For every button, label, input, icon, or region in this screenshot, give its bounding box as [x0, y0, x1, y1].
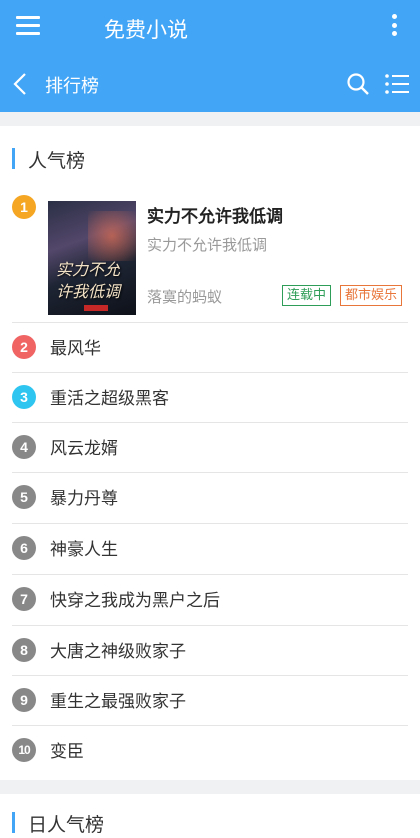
book-cover-text: 实力不允许我低调: [56, 260, 121, 301]
hamburger-menu-icon[interactable]: [16, 16, 40, 36]
rank-badge: 7: [12, 587, 36, 611]
book-name: 神豪人生: [50, 540, 118, 560]
list-item[interactable]: 4 风云龙婿: [0, 422, 420, 472]
search-icon[interactable]: [346, 72, 370, 96]
list-item[interactable]: 6 神豪人生: [0, 523, 420, 573]
list-item[interactable]: 7 快穿之我成为黑户之后: [0, 574, 420, 624]
book-name: 大唐之神级败家子: [50, 642, 186, 662]
app-title: 免费小说: [104, 18, 188, 42]
book-name: 快穿之我成为黑户之后: [50, 591, 220, 611]
rank-badge: 10: [12, 738, 36, 762]
rank-badge: 8: [12, 638, 36, 662]
list-item[interactable]: 5 暴力丹尊: [0, 472, 420, 522]
book-title[interactable]: 实力不允许我低调: [147, 202, 283, 227]
book-name: 变臣: [50, 742, 84, 762]
book-cover[interactable]: 实力不允许我低调: [48, 201, 136, 315]
book-name: 最风华: [50, 339, 101, 359]
rank-badge: 4: [12, 435, 36, 459]
page-title: 排行榜: [45, 76, 99, 97]
rank-badge: 6: [12, 536, 36, 560]
section-accent-bar: [12, 812, 15, 833]
list-item[interactable]: 10 变臣: [0, 725, 420, 775]
book-description: 实力不允许我低调: [147, 236, 268, 254]
section-accent-bar: [12, 148, 15, 169]
list-item[interactable]: 3 重活之超级黑客: [0, 372, 420, 422]
book-name: 重活之超级黑客: [50, 389, 169, 409]
rank-badge: 9: [12, 688, 36, 712]
book-name: 风云龙婿: [50, 439, 118, 459]
rank-badge: 2: [12, 335, 36, 359]
list-icon[interactable]: [384, 72, 410, 96]
book-author: 落寞的蚂蚁: [147, 288, 223, 306]
more-vertical-icon[interactable]: [392, 14, 398, 40]
book-name: 重生之最强败家子: [50, 692, 186, 712]
section-title: 人气榜: [28, 150, 86, 172]
status-tag: 连载中: [282, 285, 332, 306]
publisher-stamp: [84, 305, 108, 311]
page-toolbar: 排行榜: [0, 56, 420, 112]
book-name: 暴力丹尊: [50, 489, 118, 509]
rank-badge: 5: [12, 485, 36, 509]
list-item[interactable]: 2 最风华: [0, 322, 420, 372]
ranking-content: 人气榜 1 实力不允许我低调 实力不允许我低调 实力不允许我低调 落寞的蚂蚁 连…: [0, 112, 420, 838]
app-bar: 免费小说: [0, 0, 420, 56]
rank-badge: 3: [12, 385, 36, 409]
genre-tag: 都市娱乐: [340, 285, 403, 306]
popularity-ranking-card: 人气榜 1 实力不允许我低调 实力不允许我低调 实力不允许我低调 落寞的蚂蚁 连…: [0, 126, 420, 780]
section-title: 日人气榜: [28, 814, 105, 836]
daily-popularity-ranking-card: 日人气榜: [0, 794, 420, 838]
rank-badge: 1: [12, 195, 36, 219]
list-item[interactable]: 9 重生之最强败家子: [0, 675, 420, 725]
back-arrow-icon[interactable]: [12, 72, 30, 96]
top-ranked-book[interactable]: 1 实力不允许我低调 实力不允许我低调 实力不允许我低调 落寞的蚂蚁 连载中 都…: [0, 188, 420, 322]
list-item[interactable]: 8 大唐之神级败家子: [0, 625, 420, 675]
